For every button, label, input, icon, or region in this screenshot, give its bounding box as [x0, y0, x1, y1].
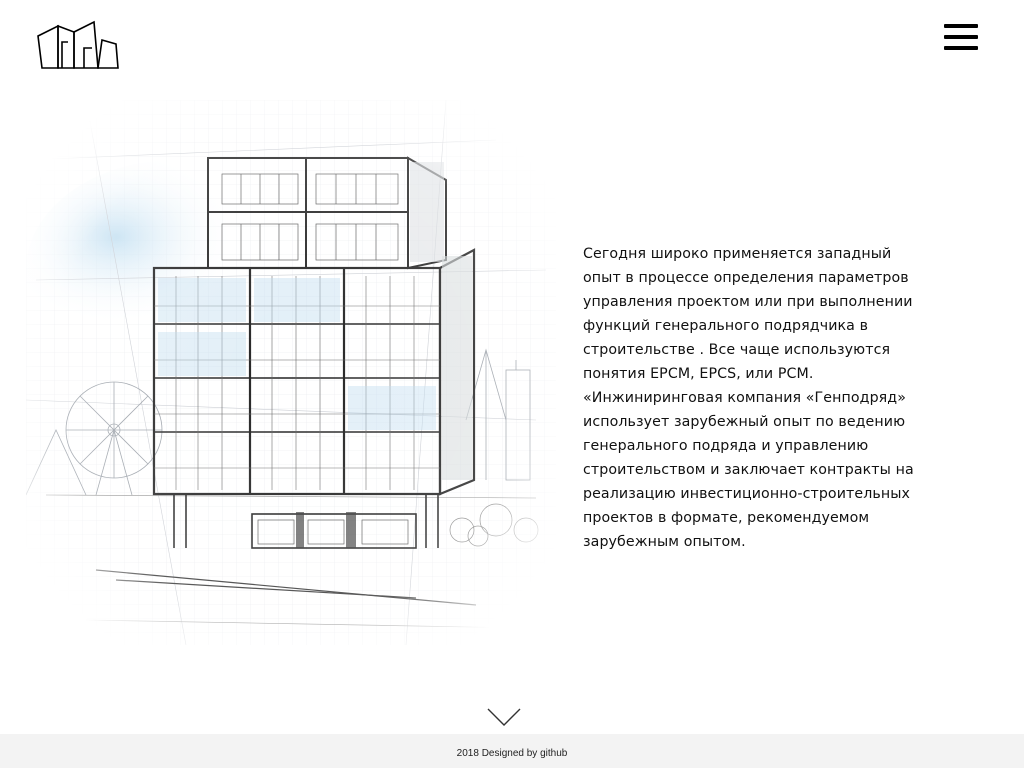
menu-bar — [944, 35, 978, 39]
intro-text-line: проектов в формате, рекомендуемом — [583, 510, 870, 526]
chevron-down-icon[interactable] — [486, 706, 522, 728]
intro-text-line: зарубежным опытом. — [583, 534, 746, 550]
page: Сегодня широко применяется западный опыт… — [0, 0, 1024, 768]
building-sketch-illustration — [26, 100, 556, 645]
intro-text-line: строительстве . Все чаще используются — [583, 342, 891, 358]
intro-text-line: использует зарубежный опыт по ведению — [583, 414, 906, 430]
intro-text-line: понятия EPCM, EPCS, или PCM. — [583, 366, 814, 382]
intro-text-line: опыт в процессе определения параметров — [583, 270, 909, 286]
intro-text: Сегодня широко применяется западный опыт… — [583, 242, 933, 554]
menu-bar — [944, 46, 978, 50]
intro-text-line: генерального подряда и управлению — [583, 438, 869, 454]
intro-text-line: функций генерального подрядчика в — [583, 318, 869, 334]
menu-button[interactable] — [944, 24, 978, 52]
menu-bar — [944, 24, 978, 28]
intro-text-line: управления проектом или при выполнении — [583, 294, 913, 310]
intro-text-line: «Инжиниринговая компания «Генподряд» — [583, 390, 906, 406]
intro-text-line: строительством и заключает контракты на — [583, 462, 914, 478]
logo[interactable] — [36, 18, 120, 72]
intro-text-line: Сегодня широко применяется западный — [583, 246, 892, 262]
intro-text-line: реализацию инвестиционно-строительных — [583, 486, 911, 502]
footer: 2018 Designed by github — [0, 734, 1024, 768]
footer-text: 2018 Designed by github — [456, 748, 568, 759]
